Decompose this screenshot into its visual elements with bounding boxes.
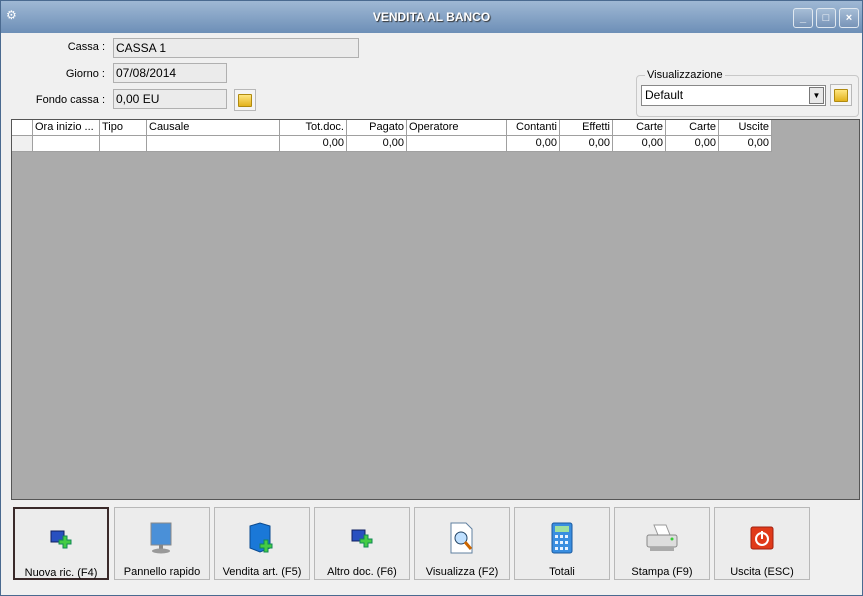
- printer-icon: [615, 522, 709, 554]
- new-receipt-icon: [15, 523, 107, 555]
- box-add-icon: [215, 522, 309, 554]
- column-header[interactable]: Ora inizio ...: [33, 120, 100, 136]
- nuova-ricevuta-button[interactable]: Nuova ric. (F4): [13, 507, 109, 580]
- folder-icon: [238, 94, 252, 107]
- fondo-cassa-field[interactable]: 0,00 EU: [113, 89, 227, 109]
- column-header[interactable]: Carte: [613, 120, 666, 136]
- table-cell[interactable]: [100, 136, 147, 152]
- title-bar: ⚙ VENDITA AL BANCO _ □ ×: [1, 1, 862, 33]
- visualizzazione-folder-button[interactable]: [830, 84, 852, 106]
- column-header[interactable]: Effetti: [560, 120, 613, 136]
- column-header[interactable]: Operatore: [407, 120, 507, 136]
- table-cell[interactable]: 0,00: [613, 136, 666, 152]
- documents-grid[interactable]: Ora inizio ... Tipo Causale Tot.doc. Pag…: [11, 119, 860, 500]
- column-header[interactable]: Uscite: [719, 120, 772, 136]
- column-header[interactable]: Contanti: [507, 120, 560, 136]
- table-cell[interactable]: 0,00: [347, 136, 407, 152]
- table-header: Ora inizio ... Tipo Causale Tot.doc. Pag…: [12, 120, 772, 136]
- visualizzazione-select[interactable]: Default ▼: [641, 85, 826, 106]
- table-cell[interactable]: 0,00: [280, 136, 347, 152]
- table-cell[interactable]: [407, 136, 507, 152]
- fondo-cassa-label: Fondo cassa :: [35, 94, 105, 106]
- giorno-field[interactable]: 07/08/2014: [113, 63, 227, 83]
- button-label: Nuova ric. (F4): [24, 567, 98, 579]
- button-label: Vendita art. (F5): [222, 566, 302, 578]
- column-header[interactable]: Causale: [147, 120, 280, 136]
- calculator-icon: [515, 522, 609, 554]
- column-header[interactable]: Tipo: [100, 120, 147, 136]
- cassa-label: Cassa :: [67, 41, 105, 53]
- visualizza-button[interactable]: Visualizza (F2): [414, 507, 510, 580]
- button-label: Totali: [549, 566, 575, 578]
- table-row[interactable]: 0,00 0,00 0,00 0,00 0,00 0,00 0,00: [12, 136, 772, 152]
- fondo-cassa-folder-button[interactable]: [234, 89, 256, 111]
- visualizzazione-value: Default: [645, 88, 684, 102]
- power-icon: [715, 522, 809, 554]
- doc-add-icon: [315, 522, 409, 554]
- altro-documento-button[interactable]: Altro doc. (F6): [314, 507, 410, 580]
- stampa-button[interactable]: Stampa (F9): [614, 507, 710, 580]
- table-cell[interactable]: 0,00: [666, 136, 719, 152]
- button-label: Stampa (F9): [631, 566, 693, 578]
- table-cell[interactable]: 0,00: [719, 136, 772, 152]
- button-label: Altro doc. (F6): [327, 566, 397, 578]
- close-button[interactable]: ×: [839, 8, 859, 28]
- table-cell[interactable]: [33, 136, 100, 152]
- visualizzazione-label: Visualizzazione: [645, 69, 725, 81]
- column-header[interactable]: Carte: [666, 120, 719, 136]
- button-label: Visualizza (F2): [425, 566, 499, 578]
- column-header[interactable]: Pagato: [347, 120, 407, 136]
- window: ⚙ VENDITA AL BANCO _ □ × Cassa : CASSA 1…: [0, 0, 863, 596]
- column-header[interactable]: Tot.doc.: [280, 120, 347, 136]
- folder-icon: [834, 89, 848, 102]
- row-header-corner: [12, 120, 33, 136]
- giorno-label: Giorno :: [65, 68, 105, 80]
- search-doc-icon: [415, 522, 509, 554]
- uscita-button[interactable]: Uscita (ESC): [714, 507, 810, 580]
- totali-button[interactable]: Totali: [514, 507, 610, 580]
- chevron-down-icon[interactable]: ▼: [809, 87, 824, 104]
- button-label: Pannello rapido: [123, 566, 201, 578]
- minimize-button[interactable]: _: [793, 8, 813, 28]
- vendita-articolo-button[interactable]: Vendita art. (F5): [214, 507, 310, 580]
- table-cell[interactable]: 0,00: [560, 136, 613, 152]
- maximize-button[interactable]: □: [816, 8, 836, 28]
- table-cell[interactable]: [147, 136, 280, 152]
- monitor-icon: [115, 522, 209, 554]
- row-header[interactable]: [12, 136, 33, 152]
- button-label: Uscita (ESC): [730, 566, 794, 578]
- window-title: VENDITA AL BANCO: [372, 10, 491, 24]
- cassa-field[interactable]: CASSA 1: [113, 38, 359, 58]
- table-cell[interactable]: 0,00: [507, 136, 560, 152]
- pannello-rapido-button[interactable]: Pannello rapido: [114, 507, 210, 580]
